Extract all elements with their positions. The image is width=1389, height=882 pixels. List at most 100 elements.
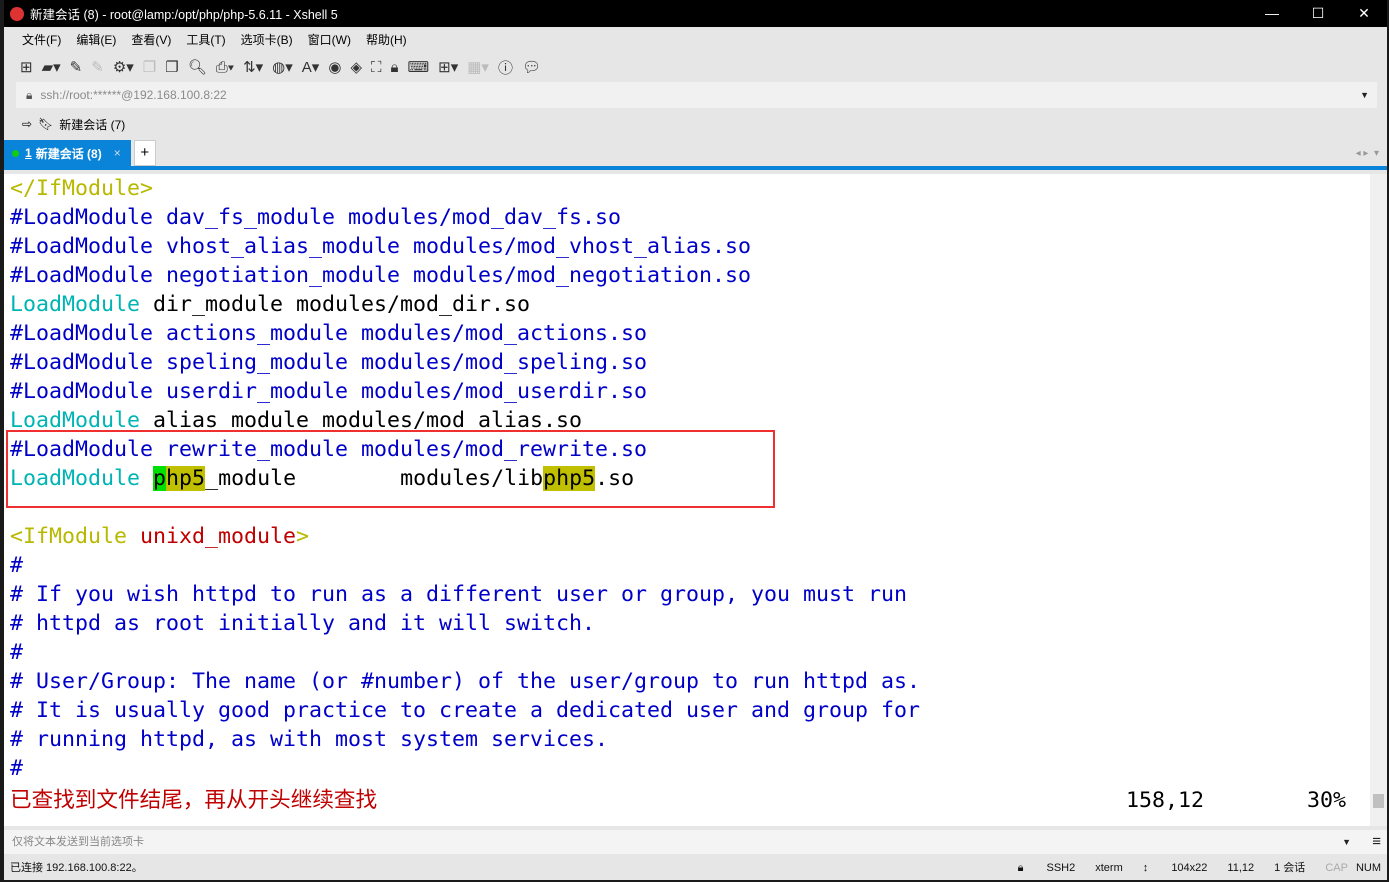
terminal-text: unixd_module bbox=[140, 524, 297, 549]
xshell-logo-icon bbox=[10, 6, 24, 21]
print-icon[interactable]: ⎙▾ bbox=[216, 59, 234, 76]
terminal-line: # If you wish httpd to run as a differen… bbox=[10, 580, 1370, 609]
terminal-line: # httpd as root initially and it will sw… bbox=[10, 609, 1370, 638]
title-bar: 新建会话 (8) - root@lamp:/opt/php/php-5.6.11… bbox=[4, 0, 1387, 27]
menu-view[interactable]: 查看(V) bbox=[131, 31, 171, 48]
address-bar[interactable]: 🔒︎ ssh://root:******@192.168.100.8:22 ▼ bbox=[16, 82, 1377, 108]
terminal-text: #LoadModule negotiation_module modules/m… bbox=[10, 263, 752, 288]
terminal-line: # running httpd, as with most system ser… bbox=[10, 725, 1370, 754]
connection-status: 已连接 192.168.100.8:22。 bbox=[10, 862, 143, 874]
menu-window[interactable]: 窗口(W) bbox=[308, 31, 351, 48]
caps-indicator: CAP bbox=[1325, 862, 1348, 874]
xftp-icon[interactable]: ◉ bbox=[328, 58, 341, 76]
scroll-percent: 30% bbox=[1307, 788, 1347, 813]
send-bar[interactable]: 仅将文本发送到当前选项卡 ▼ ≡ bbox=[4, 830, 1387, 854]
disconnect-icon[interactable]: ✎ bbox=[91, 58, 104, 76]
menu-tabs[interactable]: 选项卡(B) bbox=[241, 31, 293, 48]
terminal-line: # It is usually good practice to create … bbox=[10, 696, 1370, 725]
terminal-text: #LoadModule actions_module modules/mod_a… bbox=[10, 321, 648, 346]
terminal-text: # running httpd, as with most system ser… bbox=[10, 727, 609, 752]
num-indicator: NUM bbox=[1355, 862, 1381, 874]
terminal-size: ↕ 104x22 bbox=[1142, 862, 1208, 874]
keyboard-icon[interactable]: ⌨ bbox=[407, 58, 429, 76]
terminal-line: # bbox=[10, 551, 1370, 580]
chevron-down-icon[interactable]: ▼ bbox=[1342, 830, 1351, 854]
maximize-button[interactable]: ☐ bbox=[1295, 5, 1341, 22]
toolbar: ⊞ ▰▾ ✎ ✎ ⚙▾ ❐ ❐ 🔍︎ ⎙▾ ⇅▾ ◍▾ A▾ ◉ ◈ ⛶ 🔒︎ … bbox=[4, 52, 1387, 82]
terminal-text: #LoadModule dav_fs_module modules/mod_da… bbox=[10, 205, 622, 230]
terminal-text: # User/Group: The name (or #number) of t… bbox=[10, 669, 921, 694]
new-tab-icon[interactable]: ⊞▾ bbox=[438, 58, 458, 76]
xmanager-icon[interactable]: ◈ bbox=[350, 58, 362, 76]
menu-edit[interactable]: 编辑(E) bbox=[76, 31, 116, 48]
open-folder-icon[interactable]: ▰▾ bbox=[42, 58, 61, 76]
terminal-line: # bbox=[10, 754, 1370, 783]
menu-bar: 文件(F) 编辑(E) 查看(V) 工具(T) 选项卡(B) 窗口(W) 帮助(… bbox=[4, 27, 1387, 52]
menu-help[interactable]: 帮助(H) bbox=[366, 31, 407, 48]
terminal-text: <IfModule bbox=[10, 524, 128, 549]
cursor-position: 158,12 bbox=[1126, 788, 1205, 813]
send-input-placeholder[interactable]: 仅将文本发送到当前选项卡 bbox=[12, 836, 144, 848]
protocol-value: SSH2 bbox=[1046, 862, 1076, 874]
terminal-text: #LoadModule speling_module modules/mod_s… bbox=[10, 350, 648, 375]
font-icon[interactable]: A▾ bbox=[302, 58, 320, 76]
properties-icon[interactable]: ⚙▾ bbox=[113, 58, 134, 76]
size-value: 104x22 bbox=[1171, 862, 1208, 874]
copy-icon[interactable]: ❐ bbox=[143, 58, 156, 76]
scrollbar-thumb[interactable] bbox=[1373, 794, 1384, 808]
add-tab-button[interactable]: + bbox=[133, 140, 156, 166]
terminal-line: <IfModule unixd_module> bbox=[10, 522, 1370, 551]
tab-session-8[interactable]: 1 新建会话 (8) × bbox=[4, 140, 131, 166]
globe-icon[interactable]: ◍▾ bbox=[272, 58, 293, 76]
terminal-text: # bbox=[10, 756, 24, 781]
session-link[interactable]: 新建会话 (7) bbox=[59, 116, 125, 133]
terminal-line: # User/Group: The name (or #number) of t… bbox=[10, 667, 1370, 696]
terminal-line: LoadModule dir_module modules/mod_dir.so bbox=[10, 290, 1370, 319]
tab-label: 新建会话 (8) bbox=[35, 146, 102, 161]
terminal-type: xterm bbox=[1095, 862, 1123, 874]
paste-icon[interactable]: ❐ bbox=[165, 58, 178, 76]
fullscreen-icon[interactable]: ⛶ bbox=[371, 59, 382, 76]
session-bar: ⇨ 🔖︎ 新建会话 (7) bbox=[4, 108, 1387, 140]
layout-icon[interactable]: ▦▾ bbox=[467, 58, 489, 76]
terminal-text: # bbox=[10, 553, 24, 578]
help-icon[interactable]: ⓘ bbox=[498, 57, 513, 78]
terminal-text: #LoadModule vhost_alias_module modules/m… bbox=[10, 234, 752, 259]
terminal-line: #LoadModule userdir_module modules/mod_u… bbox=[10, 377, 1370, 406]
xshell-window: 新建会话 (8) - root@lamp:/opt/php/php-5.6.11… bbox=[4, 0, 1387, 880]
terminal-line: #LoadModule actions_module modules/mod_a… bbox=[10, 319, 1370, 348]
address-value[interactable]: ssh://root:******@192.168.100.8:22 bbox=[40, 88, 226, 102]
status-bar: 已连接 192.168.100.8:22。 🔒︎ SSH2 xterm ↕ 10… bbox=[4, 856, 1387, 880]
terminal-line: #LoadModule vhost_alias_module modules/m… bbox=[10, 232, 1370, 261]
cursor-pos: 11,12 bbox=[1227, 862, 1255, 874]
transfer-icon[interactable]: ⇅▾ bbox=[243, 58, 263, 76]
session-manager-icon[interactable]: ⇨ bbox=[22, 117, 32, 131]
terminal-text: > bbox=[296, 524, 310, 549]
lock-icon[interactable]: 🔒︎ bbox=[391, 59, 399, 76]
connect-icon[interactable]: ✎ bbox=[70, 58, 83, 76]
menu-icon[interactable]: ≡ bbox=[1372, 830, 1381, 854]
terminal-text: LoadModule bbox=[10, 292, 141, 317]
menu-tools[interactable]: 工具(T) bbox=[186, 31, 225, 48]
terminal-line: #LoadModule negotiation_module modules/m… bbox=[10, 261, 1370, 290]
scrollbar[interactable] bbox=[1370, 174, 1387, 826]
find-icon[interactable]: 🔍︎ bbox=[188, 58, 207, 76]
menu-file[interactable]: 文件(F) bbox=[22, 31, 61, 48]
terminal-text: dir_module modules/mod_dir.so bbox=[140, 292, 531, 317]
lock-icon: 🔒︎ bbox=[26, 87, 33, 102]
chat-icon[interactable]: 💬︎ bbox=[522, 58, 541, 76]
bookmark-icon[interactable]: 🔖︎ bbox=[38, 117, 53, 131]
terminal-text: # If you wish httpd to run as a differen… bbox=[10, 582, 908, 607]
tab-close-icon[interactable]: × bbox=[114, 146, 121, 160]
terminal-line: </IfModule> bbox=[10, 174, 1370, 203]
terminal-line: # bbox=[10, 638, 1370, 667]
terminal-text: # httpd as root initially and it will sw… bbox=[10, 611, 596, 636]
minimize-button[interactable]: — bbox=[1249, 5, 1295, 22]
tab-nav-icon[interactable]: ◂ ▸ ▾ bbox=[1356, 148, 1379, 159]
chevron-down-icon[interactable]: ▼ bbox=[1360, 90, 1369, 100]
close-button[interactable]: ✕ bbox=[1341, 5, 1387, 22]
highlight-box bbox=[6, 430, 775, 508]
tab-bar: 1 新建会话 (8) × + ◂ ▸ ▾ bbox=[4, 140, 1387, 170]
new-session-icon[interactable]: ⊞ bbox=[20, 58, 33, 76]
